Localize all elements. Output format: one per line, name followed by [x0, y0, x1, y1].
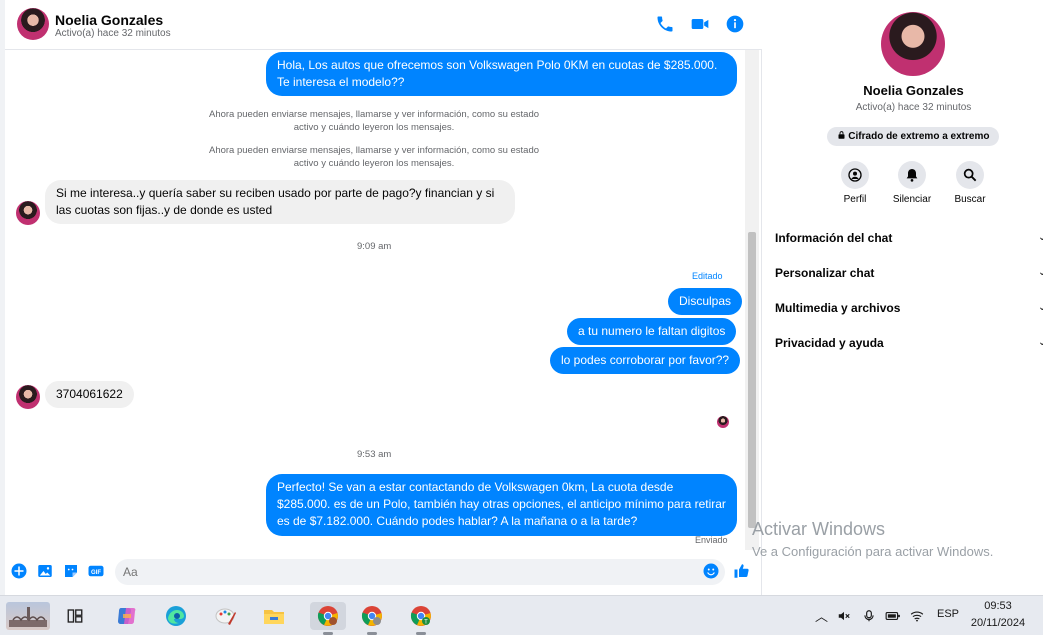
scrollbar-thumb[interactable]: [748, 232, 756, 528]
chevron-down-icon[interactable]: ⌄: [1038, 337, 1043, 348]
tray-chevron-up-icon[interactable]: ︿: [815, 606, 828, 625]
outgoing-message[interactable]: a tu numero le faltan digitos: [567, 318, 737, 345]
action-mute-label: Silenciar: [892, 194, 932, 205]
like-icon[interactable]: [733, 562, 751, 580]
profile-name: Noelia Gonzales: [863, 83, 964, 98]
microphone-icon[interactable]: [862, 609, 876, 623]
edited-label: Editado: [692, 271, 723, 281]
widgets-icon[interactable]: [6, 602, 50, 630]
paint-icon[interactable]: [212, 602, 240, 630]
section-media-files[interactable]: Multimedia y archivos: [775, 301, 900, 315]
svg-text:T: T: [424, 620, 428, 626]
timestamp: 9:53 am: [357, 449, 392, 460]
profile-avatar[interactable]: [881, 12, 945, 76]
chevron-down-icon[interactable]: ⌄: [1038, 302, 1043, 313]
speaker-muted-icon[interactable]: [837, 609, 851, 623]
search-icon: [963, 168, 977, 182]
activation-watermark-subtitle: Ve a Configuración para activar Windows.: [752, 544, 994, 559]
plus-icon[interactable]: [10, 562, 28, 580]
profile-icon: [848, 168, 862, 182]
outgoing-message[interactable]: Disculpas: [668, 288, 743, 315]
message-list[interactable]: Hola, Los autos que ofrecemos son Volksw…: [5, 50, 745, 550]
profile-status: Activo(a) hace 32 minutos: [855, 102, 972, 113]
system-notice: Ahora pueden enviarse mensajes, llamarse…: [208, 109, 540, 133]
edge-icon[interactable]: [162, 602, 190, 630]
svg-text:GIF: GIF: [91, 570, 101, 576]
contact-avatar[interactable]: [17, 8, 49, 40]
lock-icon: [838, 131, 845, 139]
chrome-profile-t-icon[interactable]: T: [407, 602, 435, 630]
contact-small-avatar: [16, 201, 40, 225]
clock-date[interactable]: 20/11/2024: [962, 617, 1034, 629]
system-notice: Ahora pueden enviarse mensajes, llamarse…: [208, 145, 540, 169]
encryption-label: Cifrado de extremo a extremo: [848, 131, 990, 142]
action-profile[interactable]: Perfil: [825, 161, 885, 205]
encryption-badge[interactable]: Cifrado de extremo a extremo: [827, 127, 999, 146]
action-search[interactable]: Buscar: [940, 161, 1000, 205]
chevron-down-icon[interactable]: ⌄: [1038, 267, 1043, 278]
timestamp: 9:09 am: [357, 241, 392, 252]
chat-header: Noelia Gonzales Activo(a) hace 32 minuto…: [5, 0, 762, 50]
sent-label: Enviado: [695, 535, 728, 545]
message-input[interactable]: [115, 559, 725, 585]
chat-info-panel: Noelia Gonzales Activo(a) hace 32 minuto…: [762, 0, 1043, 595]
phone-icon[interactable]: [655, 14, 675, 34]
taskbar: T ︿ ESP 09:53 20/11/2024: [0, 595, 1043, 635]
chrome-icon[interactable]: [310, 602, 346, 630]
photo-icon[interactable]: [36, 562, 54, 580]
emoji-icon[interactable]: [702, 562, 720, 580]
chevron-down-icon[interactable]: ⌄: [1038, 232, 1043, 243]
gif-icon[interactable]: GIF: [87, 562, 105, 580]
outgoing-message[interactable]: lo podes corroborar por favor??: [550, 347, 741, 374]
chat-panel: Noelia Gonzales Activo(a) hace 32 minuto…: [5, 0, 762, 595]
outgoing-message[interactable]: Hola, Los autos que ofrecemos son Volksw…: [266, 52, 737, 96]
contact-status: Activo(a) hace 32 minutos: [55, 28, 171, 39]
contact-small-avatar: [16, 385, 40, 409]
incoming-message[interactable]: 3704061622: [45, 381, 134, 408]
action-mute[interactable]: Silenciar: [882, 161, 942, 205]
section-chat-info[interactable]: Información del chat: [775, 231, 892, 245]
app-window: Noelia Gonzales Activo(a) hace 32 minuto…: [0, 0, 1043, 635]
outgoing-message[interactable]: Perfecto! Se van a estar contactando de …: [266, 474, 737, 536]
wifi-icon[interactable]: [910, 609, 924, 623]
chrome-profile-icon[interactable]: [358, 602, 386, 630]
action-search-label: Buscar: [954, 194, 986, 205]
task-view-icon[interactable]: [61, 602, 89, 630]
composer: GIF: [5, 552, 762, 592]
activation-watermark-title: Activar Windows: [752, 519, 886, 539]
section-customize-chat[interactable]: Personalizar chat: [775, 266, 874, 280]
language-indicator[interactable]: ESP: [937, 608, 959, 620]
file-explorer-icon[interactable]: [260, 602, 288, 630]
battery-icon[interactable]: [885, 609, 901, 623]
contact-name[interactable]: Noelia Gonzales: [55, 12, 163, 28]
section-privacy-help[interactable]: Privacidad y ayuda: [775, 336, 884, 350]
seen-avatar: [717, 416, 729, 428]
bell-icon: [906, 169, 918, 182]
copilot-icon[interactable]: [113, 602, 141, 630]
clock-time[interactable]: 09:53: [968, 600, 1028, 612]
video-icon[interactable]: [690, 14, 710, 34]
info-icon[interactable]: [725, 14, 745, 34]
incoming-message[interactable]: Si me interesa..y quería saber su recibe…: [45, 180, 515, 224]
action-profile-label: Perfil: [843, 194, 867, 205]
sticker-icon[interactable]: [62, 562, 80, 580]
